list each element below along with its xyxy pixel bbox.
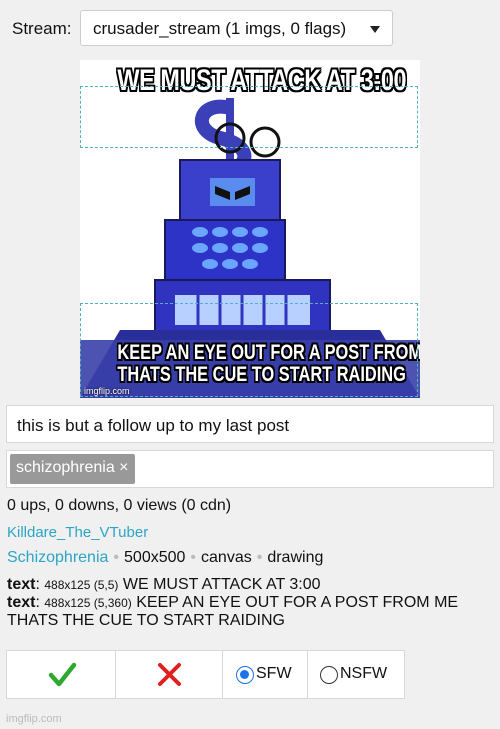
image-size: 500x500 (124, 549, 186, 566)
reject-button[interactable] (116, 651, 223, 698)
post-stats: 0 ups, 0 downs, 0 views (0 cdn) (7, 497, 232, 514)
text-box-dims: 488x125 (5,360) (44, 596, 132, 610)
moderation-actions: SFW NSFW (6, 650, 405, 699)
text-box-outline-bottom[interactable] (80, 303, 418, 397)
stream-select[interactable]: crusader_stream (1 imgs, 0 flags) (80, 10, 393, 46)
text-box-list: text: 488x125 (5,5) WE MUST ATTACK AT 3:… (7, 576, 497, 630)
x-icon (158, 663, 181, 686)
post-author-link[interactable]: Killdare_The_VTuber (7, 524, 148, 541)
check-icon (48, 662, 77, 687)
approve-button[interactable] (7, 651, 116, 698)
nsfw-radio[interactable] (320, 666, 338, 684)
text-box-label: text (7, 594, 36, 611)
sfw-label: SFW (256, 665, 292, 682)
image-kind: drawing (267, 549, 324, 566)
text-box-item: text: 488x125 (5,5) WE MUST ATTACK AT 3:… (7, 576, 321, 593)
separator-dot: • (256, 549, 263, 566)
tag-chip[interactable]: schizophrenia × (10, 454, 135, 484)
stream-label: Stream: (12, 19, 72, 38)
post-title-value: this is but a follow up to my last post (17, 416, 290, 435)
sfw-radio-option[interactable]: SFW (223, 651, 308, 698)
footer-watermark: imgflip.com (6, 713, 62, 725)
chevron-down-icon (370, 26, 380, 33)
text-box-content: WE MUST ATTACK AT 3:00 (122, 576, 321, 593)
separator-dot: • (190, 549, 197, 566)
nsfw-radio-option[interactable]: NSFW (308, 651, 404, 698)
text-box-item: text: 488x125 (5,360) KEEP AN EYE OUT FO… (7, 594, 459, 629)
sfw-radio[interactable] (236, 666, 254, 684)
tags-field[interactable]: schizophrenia × (6, 450, 494, 488)
stream-select-value: crusader_stream (1 imgs, 0 flags) (93, 19, 347, 38)
post-meta: Schizophrenia • 500x500 • canvas • drawing (7, 549, 323, 567)
stream-row: Stream: crusader_stream (1 imgs, 0 flags… (0, 10, 500, 46)
image-type: canvas (201, 549, 252, 566)
text-box-label: text (7, 576, 36, 593)
text-box-dims: 488x125 (5,5) (44, 578, 119, 592)
separator-dot: • (113, 549, 120, 566)
nsfw-label: NSFW (340, 665, 388, 682)
post-title-field[interactable]: this is but a follow up to my last post (6, 405, 494, 443)
category-link[interactable]: Schizophrenia (7, 549, 108, 566)
text-box-outline-top[interactable] (80, 86, 418, 148)
